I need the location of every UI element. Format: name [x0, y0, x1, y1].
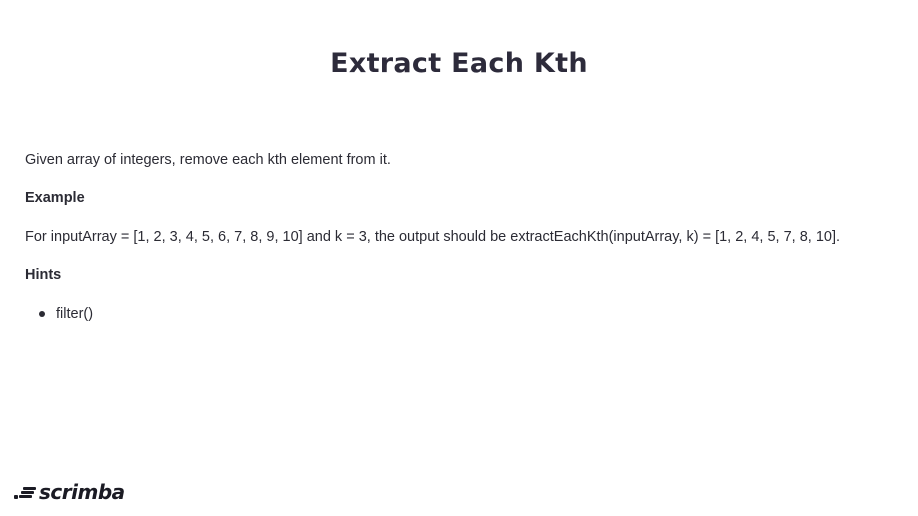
challenge-content: Given array of integers, remove each kth…	[25, 150, 905, 324]
hints-heading: Hints	[25, 267, 62, 283]
logo-text: scrimba	[39, 480, 125, 504]
list-item: filter()	[39, 304, 905, 324]
example-heading: Example	[25, 190, 85, 206]
bullet-icon	[39, 311, 45, 317]
scrimba-logo-icon	[14, 484, 36, 500]
challenge-description: Given array of integers, remove each kth…	[25, 152, 391, 168]
page-title: Extract Each Kth	[330, 48, 588, 79]
hint-text: filter()	[56, 306, 94, 322]
example-text: For inputArray = [1, 2, 3, 4, 5, 6, 7, 8…	[25, 229, 841, 245]
scrimba-logo[interactable]: scrimba	[14, 480, 125, 504]
hints-list: filter()	[25, 304, 905, 324]
